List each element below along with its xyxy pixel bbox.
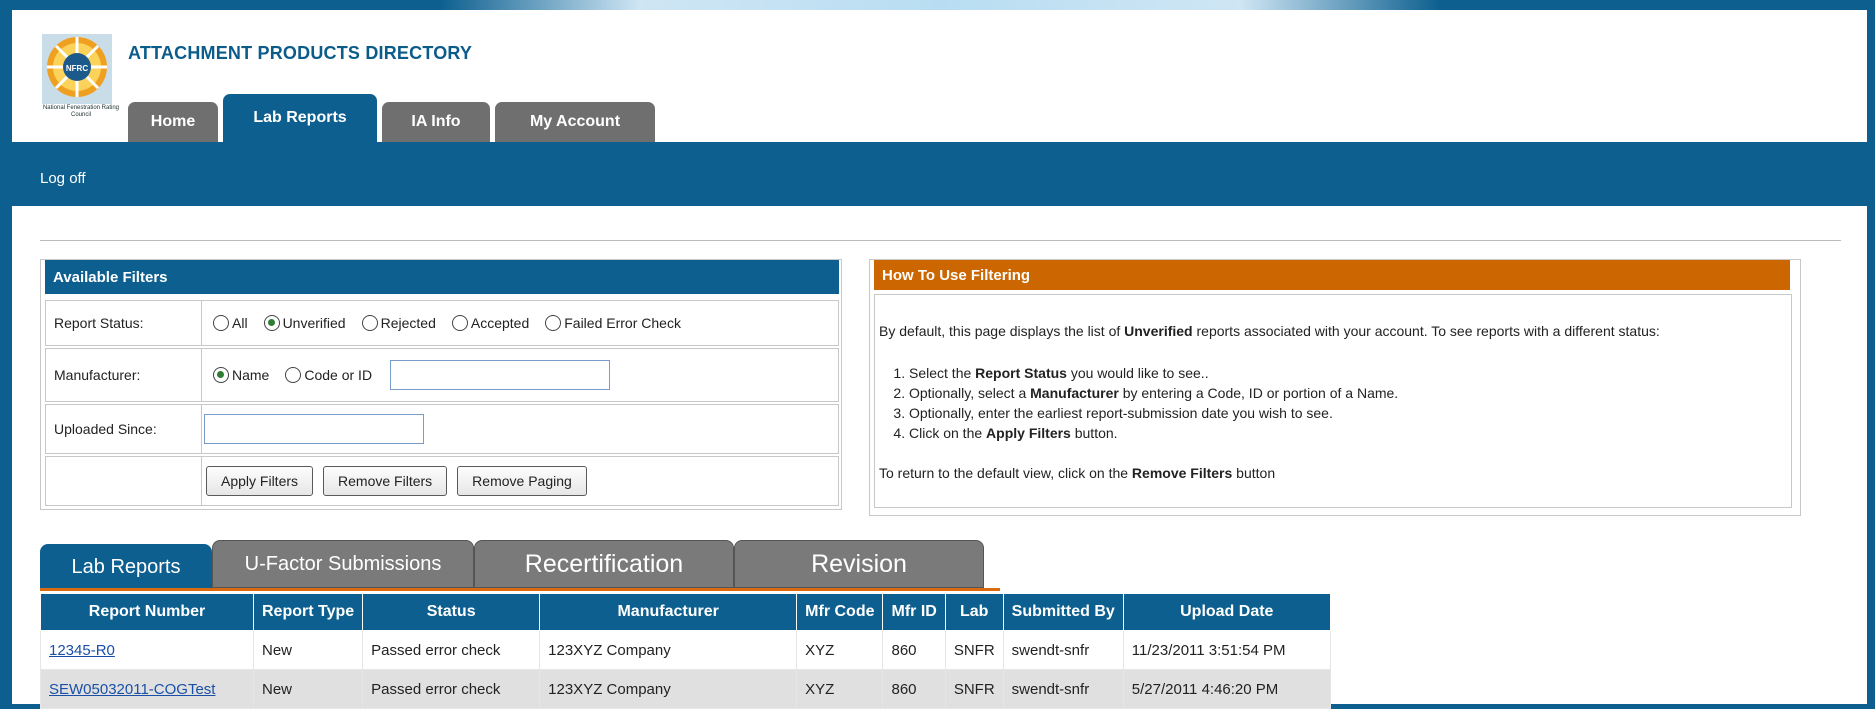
col-report-number[interactable]: Report Number — [40, 593, 254, 631]
tab-results-recertification[interactable]: Recertification — [474, 540, 734, 588]
radio-accepted-label: Accepted — [470, 315, 530, 331]
manufacturer-cell: 123XYZ Company — [539, 669, 798, 709]
howto-step: Select the Report Status you would like … — [909, 363, 1789, 383]
logoff-link[interactable]: Log off — [40, 170, 86, 187]
howto-title: How To Use Filtering — [874, 260, 1790, 290]
col-status[interactable]: Status — [362, 593, 541, 631]
results-table: Report Number Report Type Status Manufac… — [40, 593, 1331, 709]
howto-intro: By default, this page displays the list … — [879, 323, 1660, 339]
filters-panel: Available Filters Report Status: All Unv… — [40, 259, 842, 510]
filters-title: Available Filters — [45, 260, 839, 294]
radio-rejected-label: Rejected — [380, 315, 436, 331]
table-row: 12345-R0 New Passed error check 123XYZ C… — [40, 630, 1331, 670]
radio-failed-error-check-label: Failed Error Check — [564, 315, 681, 331]
tab-home[interactable]: Home — [128, 102, 218, 142]
radio-all[interactable] — [213, 315, 229, 331]
howto-body: By default, this page displays the list … — [874, 294, 1792, 508]
page: NFRC National Fenestration Rating Counci… — [12, 10, 1867, 709]
svg-text:NFRC: NFRC — [66, 64, 88, 73]
lab-cell: SNFR — [944, 669, 1004, 709]
radio-mfr-code-label: Code or ID — [304, 367, 373, 383]
radio-failed-error-check[interactable] — [545, 315, 562, 331]
manufacturer-options: Name Code or ID — [203, 349, 838, 401]
report-number-cell: 12345-R0 — [40, 630, 254, 670]
col-mfr-code[interactable]: Mfr Code — [796, 593, 884, 631]
col-report-type[interactable]: Report Type — [252, 593, 364, 631]
report-link[interactable]: SEW05032011-COGTest — [49, 681, 215, 698]
mfr-code-cell: XYZ — [796, 669, 884, 709]
uploaded-since-label: Uploaded Since: — [46, 405, 202, 453]
howto-step: Optionally, enter the earliest report-su… — [909, 403, 1789, 423]
howto-step: Click on the Apply Filters button. — [909, 423, 1789, 443]
upload-date-cell: 5/27/2011 4:46:20 PM — [1122, 669, 1331, 709]
report-status-label: Report Status: — [46, 301, 202, 345]
report-status-row: Report Status: All Unverified Rejected A… — [45, 300, 839, 346]
table-header-row: Report Number Report Type Status Manufac… — [40, 593, 1331, 631]
nav-bar — [12, 142, 1867, 206]
status-cell: Passed error check — [362, 669, 541, 709]
top-banner-glow — [440, 0, 1440, 10]
tab-results-ufactor[interactable]: U-Factor Submissions — [212, 540, 474, 588]
remove-filters-button[interactable]: Remove Filters — [323, 466, 448, 496]
radio-unverified[interactable] — [263, 315, 280, 331]
howto-panel: How To Use Filtering By default, this pa… — [869, 259, 1801, 516]
status-cell: Passed error check — [362, 630, 541, 670]
howto-steps: Select the Report Status you would like … — [879, 363, 1789, 443]
tab-results-revision[interactable]: Revision — [734, 540, 984, 588]
filter-buttons-spacer — [46, 457, 202, 505]
report-number-cell: SEW05032011-COGTest — [40, 669, 254, 709]
remove-paging-button[interactable]: Remove Paging — [457, 466, 587, 496]
col-mfr-id[interactable]: Mfr ID — [882, 593, 946, 631]
divider — [40, 240, 1841, 241]
lab-cell: SNFR — [944, 630, 1004, 670]
manufacturer-cell: 123XYZ Company — [539, 630, 798, 670]
report-link[interactable]: 12345-R0 — [49, 642, 115, 659]
upload-date-cell: 11/23/2011 3:51:54 PM — [1122, 630, 1331, 670]
col-upload-date[interactable]: Upload Date — [1122, 593, 1331, 631]
col-submitted-by[interactable]: Submitted By — [1002, 593, 1124, 631]
uploaded-since-content — [200, 405, 838, 453]
report-type-cell: New — [252, 669, 364, 709]
mfr-code-cell: XYZ — [796, 630, 884, 670]
result-tabs-underline — [40, 588, 1000, 591]
col-lab[interactable]: Lab — [944, 593, 1004, 631]
howto-outro: To return to the default view, click on … — [879, 465, 1276, 481]
mfr-id-cell: 860 — [882, 630, 946, 670]
submitted-by-cell: swendt-snfr — [1002, 630, 1124, 670]
manufacturer-label: Manufacturer: — [46, 349, 202, 401]
radio-mfr-name[interactable] — [213, 367, 229, 383]
tab-ia-info[interactable]: IA Info — [382, 102, 490, 142]
filter-buttons-row: Apply Filters Remove Filters Remove Pagi… — [45, 456, 839, 506]
uploaded-since-input[interactable] — [204, 414, 424, 444]
tab-my-account[interactable]: My Account — [495, 102, 655, 142]
table-row: SEW05032011-COGTest New Passed error che… — [40, 669, 1331, 709]
radio-mfr-code[interactable] — [285, 367, 302, 383]
manufacturer-row: Manufacturer: Name Code or ID — [45, 348, 839, 402]
radio-accepted[interactable] — [451, 315, 468, 331]
col-manufacturer[interactable]: Manufacturer — [539, 593, 798, 631]
radio-all-label: All — [232, 315, 248, 331]
app-title: ATTACHMENT PRODUCTS DIRECTORY — [128, 43, 473, 63]
report-status-options: All Unverified Rejected Accepted Failed … — [203, 301, 838, 345]
tab-results-lab-reports[interactable]: Lab Reports — [40, 544, 212, 590]
radio-rejected[interactable] — [361, 315, 378, 331]
howto-step: Optionally, select a Manufacturer by ent… — [909, 383, 1789, 403]
uploaded-since-row: Uploaded Since: — [45, 404, 839, 454]
logo-org-text: National Fenestration Rating Council — [42, 105, 120, 118]
submitted-by-cell: swendt-snfr — [1002, 669, 1124, 709]
report-type-cell: New — [252, 630, 364, 670]
radio-unverified-label: Unverified — [282, 315, 346, 331]
apply-filters-button[interactable]: Apply Filters — [206, 466, 314, 496]
radio-mfr-name-label: Name — [232, 367, 270, 383]
filter-buttons: Apply Filters Remove Filters Remove Pagi… — [196, 457, 838, 505]
manufacturer-input[interactable] — [390, 360, 611, 390]
tab-lab-reports[interactable]: Lab Reports — [223, 94, 377, 142]
mfr-id-cell: 860 — [882, 669, 946, 709]
